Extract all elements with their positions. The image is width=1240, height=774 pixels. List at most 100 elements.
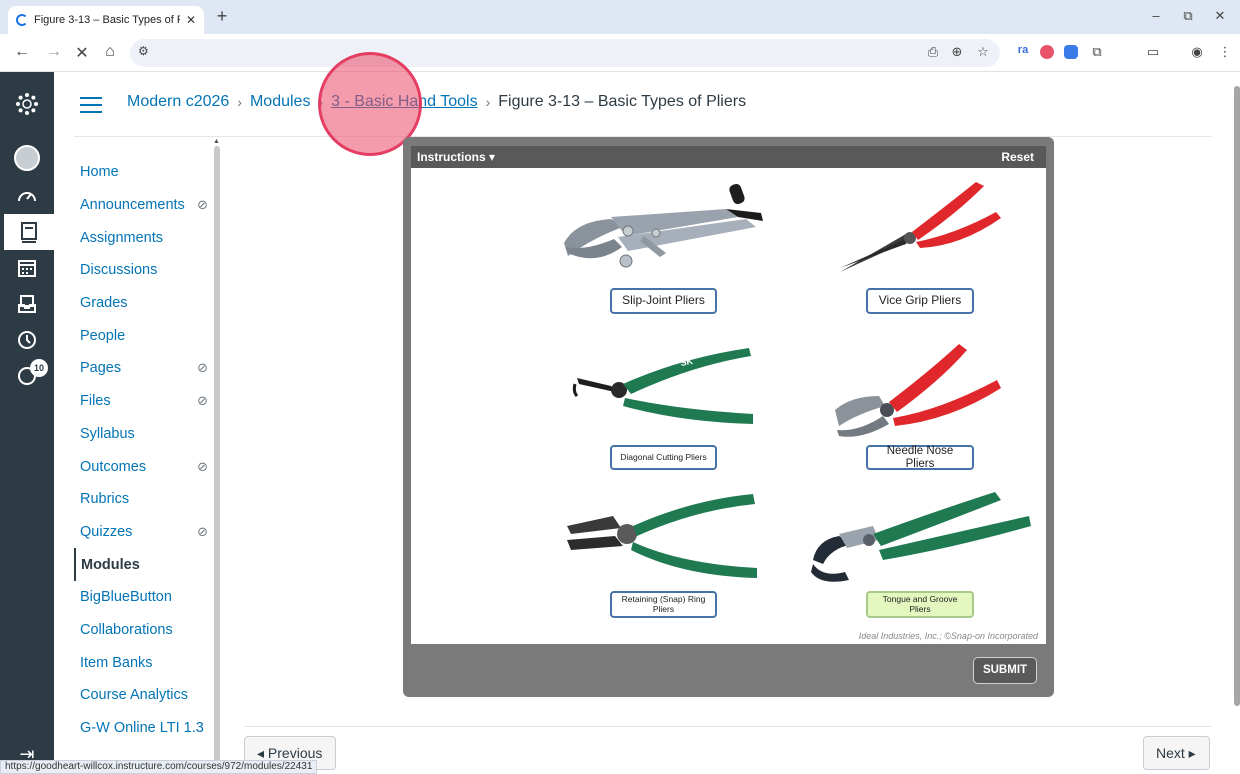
breadcrumb-separator: › (485, 94, 491, 110)
course-nav-item-label: People (80, 327, 126, 344)
drop-target-label[interactable]: Vice Grip Pliers (866, 288, 974, 314)
extension-ra-icon[interactable]: ra (1014, 44, 1032, 56)
hidden-from-students-icon: ⊘ (197, 393, 208, 409)
course-nav-item-label: BigBlueButton (80, 589, 172, 606)
course-menu-toggle[interactable] (80, 97, 102, 113)
breadcrumb-separator: › (237, 94, 242, 110)
hidden-from-students-icon: ⊘ (197, 197, 208, 213)
profile-icon[interactable]: ◉ (1188, 44, 1206, 60)
course-nav-item[interactable]: Home (74, 156, 216, 189)
minimize-button[interactable]: – (1146, 8, 1166, 23)
address-bar[interactable]: ⚙ (130, 39, 1000, 67)
course-nav-item[interactable]: Quizzes ⊘ (74, 516, 216, 549)
course-nav-item-label: Grades (80, 295, 128, 312)
course-nav-item[interactable]: Course Analytics (74, 679, 216, 712)
global-navigation: 10 ⇥ (0, 72, 54, 774)
close-window-button[interactable]: ✕ (1210, 8, 1230, 24)
breadcrumb-course[interactable]: Modern c2026 (127, 93, 229, 111)
course-nav-item-label: Home (80, 164, 119, 181)
forward-button[interactable]: → (44, 43, 64, 61)
next-button[interactable]: Next ▸ (1143, 736, 1210, 770)
course-nav-item-label: Outcomes (80, 458, 147, 475)
course-nav-item-label: Collaborations (80, 621, 173, 638)
drop-target-label[interactable]: Diagonal Cutting Pliers (610, 445, 717, 470)
dashboard-icon[interactable] (7, 178, 47, 214)
browser-menu-icon[interactable]: ⋮ (1216, 44, 1234, 60)
account-icon[interactable] (7, 140, 47, 176)
drag-and-drop-activity: Instructions ▾ Reset SK Slip-Joint Plier… (403, 137, 1054, 697)
submit-button[interactable]: SUBMIT (973, 657, 1037, 684)
drop-target-label-selected[interactable]: Tongue and Groove Pliers (866, 591, 974, 618)
new-tab-button[interactable]: + (212, 6, 232, 27)
course-nav-item[interactable]: Grades (74, 287, 216, 320)
loading-spinner-icon (16, 14, 28, 26)
zoom-icon[interactable]: ⊕ (948, 44, 966, 60)
course-nav-item[interactable]: Syllabus (74, 418, 216, 451)
course-nav-item-label: Rubrics (80, 491, 130, 508)
breadcrumb: Modern c2026 › Modules › 3 - Basic Hand … (127, 93, 746, 111)
course-nav-item[interactable]: Item Banks (74, 646, 216, 679)
course-nav-item[interactable]: G-W Online LTI 1.3 (74, 712, 216, 745)
course-nav-item-label: Quizzes (80, 523, 133, 540)
scroll-up-arrow-icon[interactable]: ▲ (213, 138, 220, 145)
browser-toolbar: ← → ✕ ⌂ ⚙ ⎙ ⊕ ☆ ra ⧉ ▭ ◉ ⋮ (0, 34, 1240, 72)
image-credit: Ideal Industries, Inc.; ©Snap-on Incorpo… (858, 631, 1038, 641)
course-nav-item-label: Announcements (80, 197, 185, 214)
reading-mode-icon[interactable]: ▭ (1144, 44, 1162, 60)
course-nav-item-label: Modules (81, 556, 140, 573)
course-nav-scrollbar[interactable] (214, 146, 220, 774)
course-nav-item-label: G-W Online LTI 1.3 (80, 720, 204, 737)
history-icon[interactable] (7, 322, 47, 358)
drop-target-label[interactable]: Needle Nose Pliers (866, 445, 974, 470)
back-button[interactable]: ← (12, 43, 32, 61)
page-scrollbar[interactable] (1234, 86, 1240, 706)
install-app-icon[interactable]: ⎙ (924, 44, 942, 60)
tool-image-1 (564, 183, 763, 268)
drop-target-label[interactable]: Slip-Joint Pliers (610, 288, 717, 314)
course-nav-item[interactable]: Assignments (74, 221, 216, 254)
activity-toolbar: Instructions ▾ Reset (411, 146, 1046, 168)
course-nav-item[interactable]: Rubrics (74, 483, 216, 516)
status-bar-url: https://goodheart-willcox.instructure.co… (0, 760, 318, 774)
inbox-icon[interactable] (7, 286, 47, 322)
tool-image-6 (811, 492, 1031, 582)
stop-button[interactable]: ✕ (72, 43, 92, 63)
site-settings-icon[interactable]: ⚙ (138, 44, 149, 58)
course-nav-item-label: Discussions (80, 262, 158, 279)
course-nav-item[interactable]: Discussions (74, 254, 216, 287)
bookmark-star-icon[interactable]: ☆ (974, 44, 992, 60)
course-nav-item-label: Pages (80, 360, 122, 377)
drop-target-label[interactable]: Retaining (Snap) Ring Pliers (610, 591, 717, 618)
course-nav-item[interactable]: Collaborations (74, 614, 216, 647)
course-nav-item-label: Assignments (80, 229, 164, 246)
reset-button[interactable]: Reset (1001, 150, 1034, 164)
canvas-logo-icon[interactable] (7, 86, 47, 122)
course-nav-item[interactable]: Pages ⊘ (74, 352, 216, 385)
extension-blue-icon[interactable] (1064, 45, 1078, 59)
course-nav-item[interactable]: Modules (74, 548, 216, 581)
course-nav-item[interactable]: People (74, 319, 216, 352)
course-nav-item[interactable]: Files ⊘ (74, 385, 216, 418)
browser-tab[interactable]: Figure 3-13 – Basic Types of Plie ✕ (8, 6, 204, 34)
course-nav-item[interactable]: Announcements ⊘ (74, 189, 216, 222)
breadcrumb-current: Figure 3-13 – Basic Types of Pliers (498, 93, 747, 110)
extensions-puzzle-icon[interactable]: ⧉ (1088, 44, 1106, 60)
extension-red-icon[interactable] (1040, 45, 1054, 59)
hidden-from-students-icon: ⊘ (197, 458, 208, 474)
course-navigation: Home Announcements ⊘ Assignments Discussions… (74, 156, 216, 744)
restore-button[interactable]: ⧉ (1178, 8, 1198, 24)
course-nav-item-label: Files (80, 393, 111, 410)
hidden-from-students-icon: ⊘ (197, 523, 208, 539)
tab-close-icon[interactable]: ✕ (186, 13, 196, 27)
breadcrumb-modules[interactable]: Modules (250, 93, 310, 111)
instructions-toggle[interactable]: Instructions ▾ (417, 150, 495, 164)
course-nav-item[interactable]: Outcomes ⊘ (74, 450, 216, 483)
tool-image-4 (835, 344, 1001, 437)
tool-image-3: SK (572, 348, 753, 424)
course-nav-item[interactable]: BigBlueButton (74, 581, 216, 614)
courses-icon[interactable] (4, 214, 54, 250)
calendar-icon[interactable] (7, 250, 47, 286)
course-nav-item-label: Item Banks (80, 654, 153, 671)
home-button[interactable]: ⌂ (100, 43, 120, 61)
footer-divider (244, 726, 1212, 727)
